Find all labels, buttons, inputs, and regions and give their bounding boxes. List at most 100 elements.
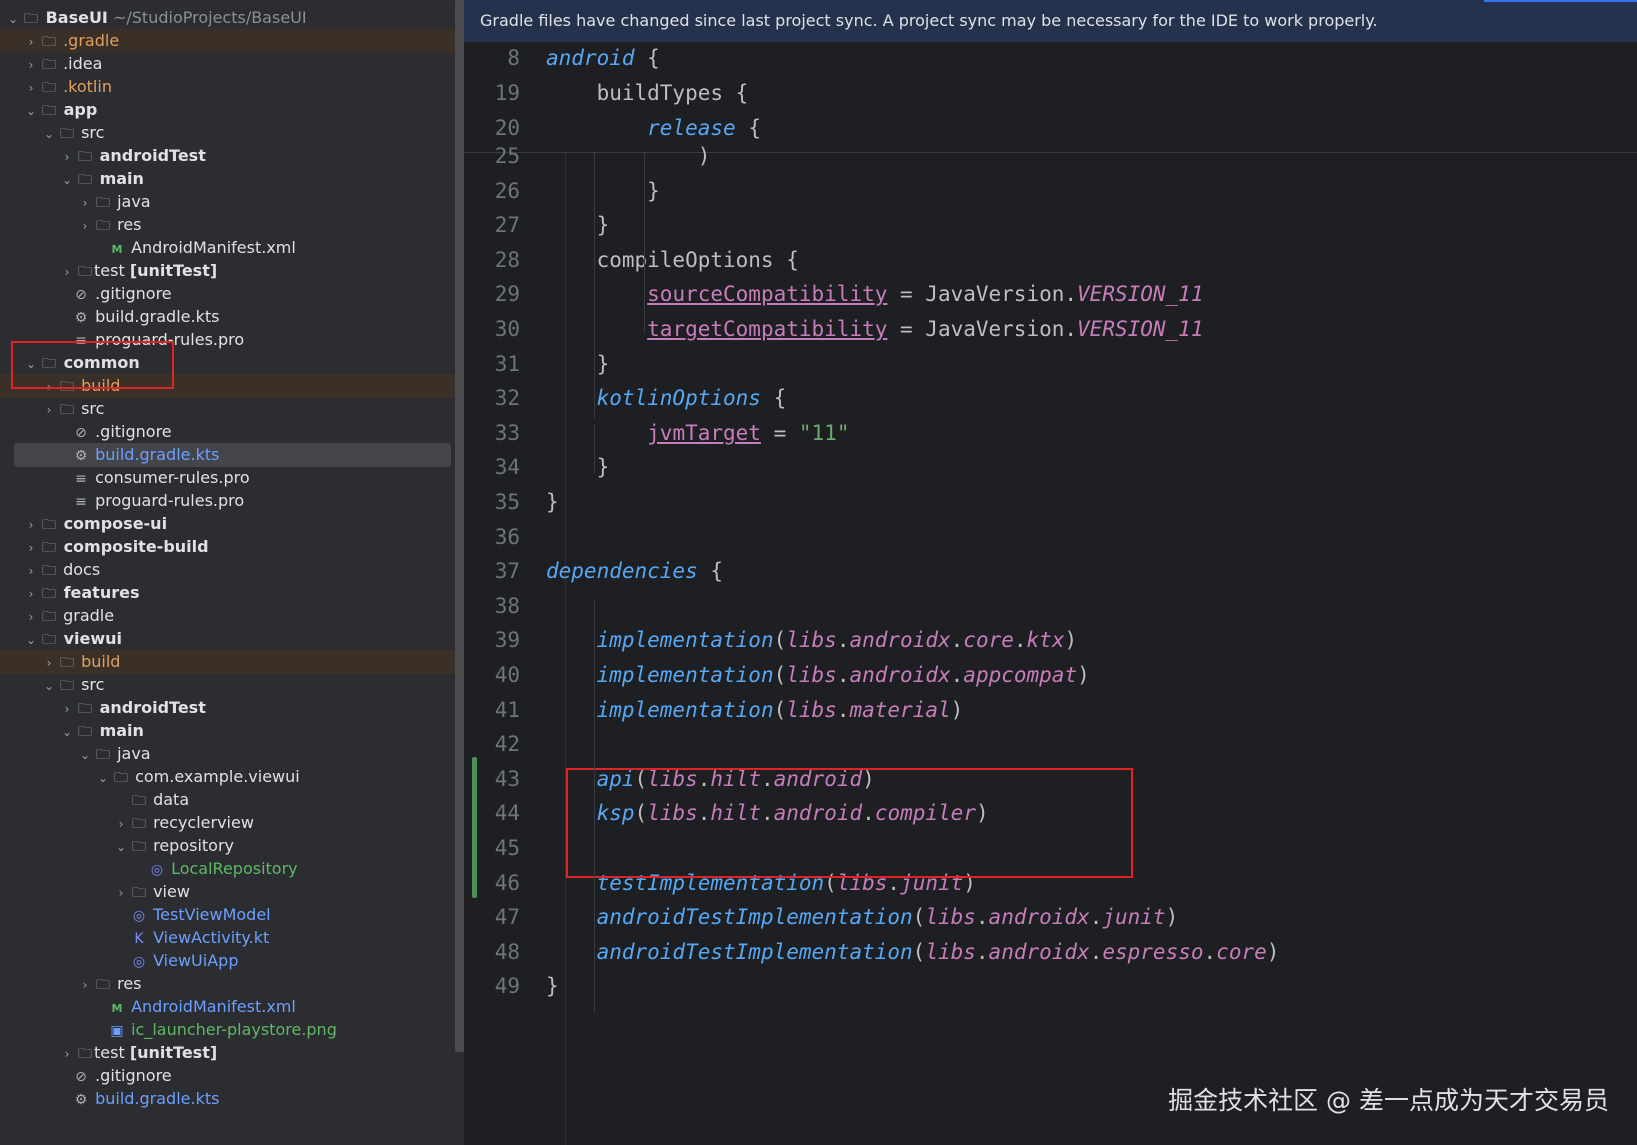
tree-row[interactable]: › 🗀 view: [0, 880, 455, 904]
chevron-right-icon[interactable]: ›: [40, 398, 58, 422]
tree-row[interactable]: ⌄ 🗀 main: [0, 167, 455, 191]
code-line[interactable]: implementation(libs.material): [546, 698, 964, 722]
chevron-right-icon[interactable]: ›: [58, 697, 76, 721]
code-line[interactable]: android {: [546, 46, 660, 70]
tree-row[interactable]: ≡ proguard-rules.pro: [0, 489, 455, 513]
tree-row[interactable]: ⌄ 🗀 viewui: [0, 627, 455, 651]
chevron-right-icon[interactable]: ›: [22, 605, 40, 629]
chevron-down-icon[interactable]: ⌄: [94, 766, 112, 790]
chevron-down-icon[interactable]: ⌄: [40, 122, 58, 146]
chevron-down-icon[interactable]: ⌄: [22, 628, 40, 652]
chevron-down-icon[interactable]: ⌄: [76, 743, 94, 767]
chevron-down-icon[interactable]: ⌄: [4, 7, 22, 31]
tree-row[interactable]: ⌄ 🗀 BaseUI ~/StudioProjects/BaseUI: [0, 6, 455, 30]
chevron-down-icon[interactable]: ⌄: [22, 99, 40, 123]
tree-row[interactable]: › 🗀 test [unitTest]: [0, 259, 455, 283]
chevron-right-icon[interactable]: ›: [76, 214, 94, 238]
tree-row[interactable]: › 🗀 .kotlin: [0, 75, 455, 99]
code-line[interactable]: kotlinOptions {: [546, 386, 787, 410]
chevron-right-icon[interactable]: ›: [22, 76, 40, 100]
code-line[interactable]: }: [546, 490, 559, 514]
tree-row[interactable]: ⚙ build.gradle.kts: [0, 1087, 455, 1111]
code-editor[interactable]: Gradle files have changed since last pro…: [464, 0, 1637, 1145]
chevron-right-icon[interactable]: ›: [40, 651, 58, 675]
tree-row[interactable]: › 🗀 src: [0, 397, 455, 421]
tree-row[interactable]: › 🗀 recyclerview: [0, 811, 455, 835]
chevron-right-icon[interactable]: ›: [22, 536, 40, 560]
tree-row[interactable]: › 🗀 test [unitTest]: [0, 1041, 455, 1065]
tree-row[interactable]: › 🗀 .gradle: [0, 29, 455, 53]
sticky-lines[interactable]: 8 android {19 buildTypes {20 release {: [464, 42, 1637, 153]
tree-row[interactable]: ⌄ 🗀 repository: [0, 834, 455, 858]
chevron-right-icon[interactable]: ›: [112, 812, 130, 836]
chevron-right-icon[interactable]: ›: [22, 53, 40, 77]
chevron-right-icon[interactable]: ›: [112, 881, 130, 905]
chevron-right-icon[interactable]: ›: [22, 513, 40, 537]
tree-row[interactable]: ≡ consumer-rules.pro: [0, 466, 455, 490]
chevron-right-icon[interactable]: ›: [58, 260, 76, 284]
tree-row[interactable]: › 🗀 androidTest: [0, 144, 455, 168]
chevron-down-icon[interactable]: ⌄: [58, 168, 76, 192]
tree-row[interactable]: ▣ ic_launcher-playstore.png: [0, 1018, 455, 1042]
tree-scrollbar-thumb[interactable]: [455, 0, 464, 1052]
chevron-right-icon[interactable]: ›: [58, 1042, 76, 1066]
tree-row[interactable]: › 🗀 features: [0, 581, 455, 605]
tree-row[interactable]: ⌄ 🗀 src: [0, 121, 455, 145]
tree-row[interactable]: 🗀 data: [0, 788, 455, 812]
tree-row[interactable]: ⚙ build.gradle.kts: [14, 443, 451, 467]
tree-row[interactable]: › 🗀 compose-ui: [0, 512, 455, 536]
tree-row[interactable]: ◎ ViewUiApp: [0, 949, 455, 973]
chevron-right-icon[interactable]: ›: [22, 30, 40, 54]
chevron-right-icon[interactable]: ›: [22, 582, 40, 606]
tree-row[interactable]: › 🗀 androidTest: [0, 696, 455, 720]
tree-row[interactable]: ◎ TestViewModel: [0, 903, 455, 927]
code-line[interactable]: }: [546, 179, 660, 203]
chevron-right-icon[interactable]: ›: [76, 973, 94, 997]
tree-row[interactable]: › 🗀 docs: [0, 558, 455, 582]
tree-scrollbar[interactable]: [455, 0, 464, 1145]
code-line[interactable]: androidTestImplementation(libs.androidx.…: [546, 940, 1280, 964]
chevron-down-icon[interactable]: ⌄: [112, 835, 130, 859]
tree-row[interactable]: M AndroidManifest.xml: [0, 236, 455, 260]
code-line[interactable]: jvmTarget = "11": [546, 421, 849, 445]
tree-row[interactable]: › 🗀 .idea: [0, 52, 455, 76]
chevron-down-icon[interactable]: ⌄: [40, 674, 58, 698]
code-line[interactable]: }: [546, 455, 610, 479]
tree-row[interactable]: › 🗀 java: [0, 190, 455, 214]
code-line[interactable]: release {: [546, 116, 761, 140]
tree-row[interactable]: › 🗀 build: [0, 650, 455, 674]
tree-row[interactable]: › 🗀 res: [0, 972, 455, 996]
tree-row[interactable]: ⚙ build.gradle.kts: [0, 305, 455, 329]
code-line[interactable]: implementation(libs.androidx.appcompat): [546, 663, 1090, 687]
tree-row[interactable]: › 🗀 res: [0, 213, 455, 237]
tree-row[interactable]: M AndroidManifest.xml: [0, 995, 455, 1019]
tree-row[interactable]: ⌄ 🗀 src: [0, 673, 455, 697]
code-line[interactable]: compileOptions {: [546, 248, 799, 272]
tree-row[interactable]: › 🗀 gradle: [0, 604, 455, 628]
tree-row[interactable]: ◎ LocalRepository: [0, 857, 455, 881]
chevron-right-icon[interactable]: ›: [76, 191, 94, 215]
tree-row[interactable]: ⊘ .gitignore: [0, 420, 455, 444]
code-line[interactable]: dependencies {: [546, 559, 723, 583]
code-line[interactable]: androidTestImplementation(libs.androidx.…: [546, 905, 1179, 929]
code-line[interactable]: }: [546, 352, 610, 376]
code-line[interactable]: buildTypes {: [546, 81, 749, 105]
chevron-down-icon[interactable]: ⌄: [58, 720, 76, 744]
chevron-right-icon[interactable]: ›: [58, 145, 76, 169]
vcs-added-marker[interactable]: [472, 757, 477, 898]
code-line[interactable]: }: [546, 213, 610, 237]
code-line[interactable]: implementation(libs.androidx.core.ktx): [546, 628, 1078, 652]
tree-row[interactable]: K ViewActivity.kt: [0, 926, 455, 950]
tree-row[interactable]: ⊘ .gitignore: [0, 282, 455, 306]
tree-row[interactable]: ⊘ .gitignore: [0, 1064, 455, 1088]
tree-row[interactable]: ⌄ 🗀 main: [0, 719, 455, 743]
tree-row[interactable]: › 🗀 composite-build: [0, 535, 455, 559]
chevron-right-icon[interactable]: ›: [22, 559, 40, 583]
code-line[interactable]: }: [546, 974, 559, 998]
tree-row[interactable]: ⌄ 🗀 java: [0, 742, 455, 766]
code-line[interactable]: ): [546, 144, 711, 168]
tree-row[interactable]: ⌄ 🗀 com.example.viewui: [0, 765, 455, 789]
project-tree[interactable]: ⌄ 🗀 BaseUI ~/StudioProjects/BaseUI › 🗀 .gra…: [0, 0, 455, 1145]
tree-row[interactable]: ⌄ 🗀 app: [0, 98, 455, 122]
